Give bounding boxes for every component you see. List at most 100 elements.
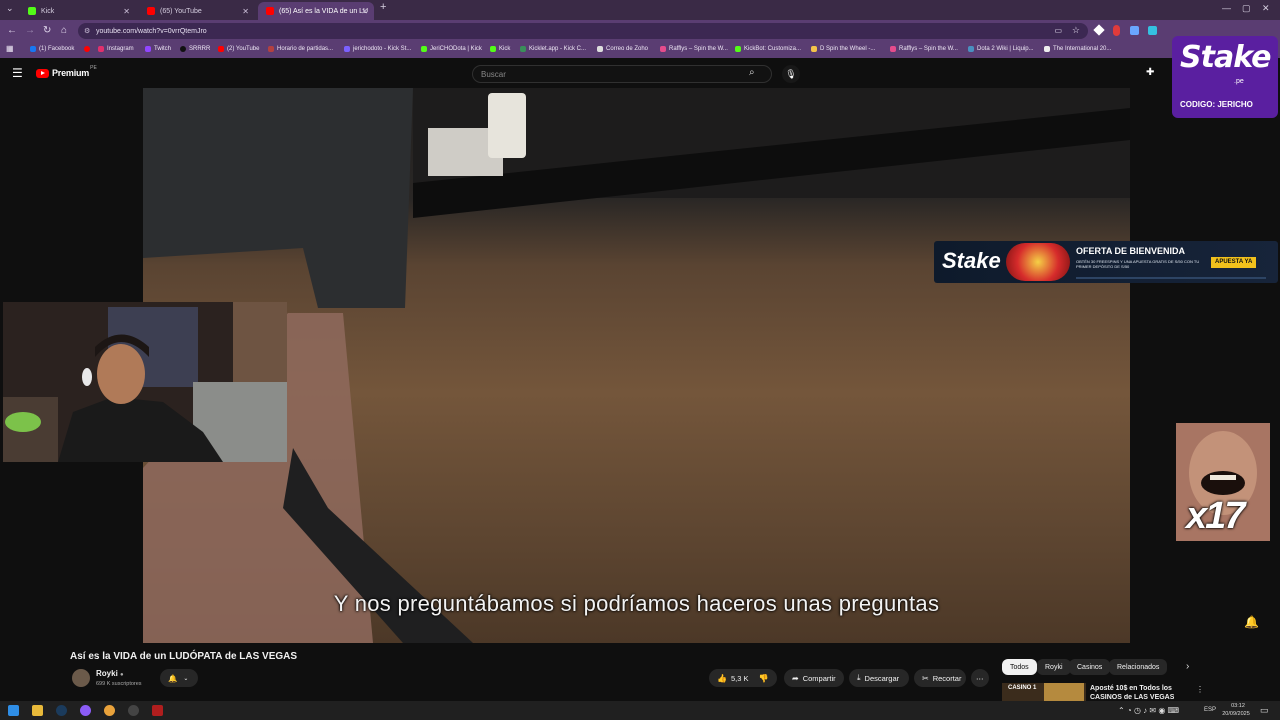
bookmark-zoho[interactable]: Correo de Zoho: [597, 46, 648, 52]
chrome-icon[interactable]: [104, 705, 115, 716]
bookmark-icon: [660, 46, 666, 52]
search-icon[interactable]: ⌕: [749, 67, 755, 78]
video-frame: [143, 88, 1130, 643]
bookmark-kicklet[interactable]: Kicklet.app - Kick C...: [520, 46, 586, 52]
windows-start-icon[interactable]: [8, 705, 19, 716]
bookmark-facebook[interactable]: (1) Facebook: [30, 46, 74, 52]
minimize-button[interactable]: —: [1222, 3, 1231, 13]
dislike-button[interactable]: 👎: [758, 674, 768, 683]
youtube-logo[interactable]: Premium PE: [36, 65, 97, 78]
apps-grid-icon[interactable]: ▦: [6, 44, 14, 53]
clock-date[interactable]: 20/09/2025: [1218, 711, 1254, 717]
tab-search-icon[interactable]: ⌄: [6, 3, 14, 14]
bookmark-kick-channel[interactable]: JeriCHODota | Kick: [421, 46, 482, 52]
tab-label: (65) YouTube: [160, 7, 202, 15]
microphone-icon[interactable]: 🎙: [782, 65, 800, 83]
bookmark-icon: [520, 46, 526, 52]
search-input[interactable]: Buscar: [472, 65, 772, 83]
site-info-icon[interactable]: ⚙: [84, 27, 90, 35]
subscription-bell-button[interactable]: 🔔 ⌄: [160, 669, 198, 687]
chip-relacionados[interactable]: Relacionados: [1109, 659, 1168, 675]
bookmark-twitch[interactable]: Twitch: [145, 46, 171, 52]
close-icon[interactable]: ✕: [361, 7, 368, 16]
bookmark-dota-wiki[interactable]: Dota 2 Wiki | Liquip...: [968, 46, 1034, 52]
notifications-icon[interactable]: ▭: [1260, 705, 1269, 716]
share-button[interactable]: ➦ Compartir: [784, 669, 844, 687]
bookmark-youtube-music[interactable]: [84, 46, 93, 52]
forward-icon[interactable]: →: [25, 25, 35, 37]
banner-cta-button[interactable]: APUESTA YA: [1211, 257, 1257, 268]
close-icon[interactable]: ✕: [242, 7, 249, 16]
like-button[interactable]: 👍 5,3 K: [717, 674, 748, 683]
new-tab-button[interactable]: +: [380, 1, 386, 13]
bookmark-star-icon[interactable]: ☆: [1072, 25, 1080, 36]
extension-icon[interactable]: [1130, 26, 1139, 35]
related-video-title[interactable]: Aposté 10$ en Todos los: [1090, 685, 1172, 692]
bookmark-rafflys[interactable]: Rafflys – Spin the W...: [660, 46, 728, 52]
facebook-icon: [30, 46, 36, 52]
tab-kick[interactable]: Kick ✕: [20, 2, 136, 20]
related-video-thumbnail[interactable]: CASINO 1: [1002, 683, 1086, 701]
bookmark-horario[interactable]: Horario de partidas...: [268, 46, 333, 52]
language-indicator[interactable]: ESP: [1204, 707, 1216, 713]
chip-casinos[interactable]: Casinos: [1069, 659, 1111, 675]
related-more-icon[interactable]: ⋮: [1196, 685, 1204, 694]
chevron-right-icon[interactable]: ›: [1186, 661, 1189, 672]
clip-button[interactable]: ✂ Recortar: [914, 669, 966, 687]
bookmark-youtube[interactable]: (2) YouTube: [218, 46, 259, 52]
bookmark-spin-wheel[interactable]: D Spin the Wheel -...: [811, 46, 875, 52]
bookmark-kickbot[interactable]: KickBot: Customiza...: [735, 46, 801, 52]
chip-todos[interactable]: Todos: [1002, 659, 1037, 675]
extension-icon[interactable]: [1148, 26, 1157, 35]
bookmark-kick[interactable]: Kick: [490, 46, 510, 52]
file-explorer-icon[interactable]: [32, 705, 43, 716]
home-icon[interactable]: ⌂: [61, 25, 67, 37]
app-icon[interactable]: [152, 705, 163, 716]
banner-progress: [1076, 277, 1266, 279]
download-button[interactable]: ⤓ Descargar: [849, 669, 909, 687]
tab-label: (65) Así es la VIDA de un LU: [279, 7, 369, 15]
bookmark-srrrr[interactable]: SRRRR: [180, 46, 210, 52]
bookmark-instagram[interactable]: Instagram: [98, 46, 134, 52]
clock-time[interactable]: 03:12: [1224, 703, 1252, 709]
browser-icon[interactable]: [80, 705, 91, 716]
video-player[interactable]: Y nos preguntábamos si podríamos haceros…: [143, 88, 1130, 643]
reaction-meme-overlay: x17: [1176, 423, 1270, 541]
close-icon[interactable]: ✕: [123, 7, 130, 16]
maximize-button[interactable]: ▢: [1242, 3, 1251, 14]
like-count: 5,3 K: [730, 673, 749, 683]
address-bar[interactable]: ⚙ youtube.com/watch?v=0vrrQtemJro ▭ ☆: [78, 23, 1088, 39]
youtube-icon: [266, 7, 274, 15]
related-video-title-line2[interactable]: CASINOS de LAS VEGAS: [1090, 694, 1174, 701]
obs-icon[interactable]: [128, 705, 139, 716]
system-tray-icons[interactable]: ⌃ ◔ ◷ ♪ ✉ ◉ ⌨: [1118, 706, 1179, 715]
tab-current-video[interactable]: (65) Así es la VIDA de un LU ✕: [258, 2, 374, 20]
chevron-down-icon: ⌄: [183, 675, 189, 682]
stake-logo-text: Stake: [1180, 40, 1271, 75]
video-subtitle: Y nos preguntábamos si podríamos haceros…: [333, 591, 940, 616]
bookmark-the-international[interactable]: The International 20...: [1044, 46, 1111, 52]
windows-taskbar: ⌃ ◔ ◷ ♪ ✉ ◉ ⌨ ESP 03:12 20/09/2025 ▭: [0, 701, 1280, 720]
extension-icon[interactable]: [1093, 24, 1105, 36]
back-icon[interactable]: ←: [7, 25, 17, 37]
banner-body: OBTÉN 30 FREESPINS Y UNA APUESTA GRATIS …: [1076, 259, 1200, 269]
create-icon[interactable]: ✚: [1146, 67, 1154, 78]
bookmark-rafflys-2[interactable]: Rafflys – Spin the W...: [890, 46, 958, 52]
extension-icon[interactable]: [1113, 25, 1120, 36]
instagram-icon: [98, 46, 104, 52]
bookmark-kick-studio[interactable]: jerichodoto - Kick St...: [344, 46, 411, 52]
banner-headline: OFERTA DE BIENVENIDA: [1076, 246, 1186, 256]
steam-icon[interactable]: [56, 705, 67, 716]
menu-icon[interactable]: ☰: [12, 66, 23, 80]
more-actions-button[interactable]: ⋯: [971, 669, 989, 687]
stake-promo-banner[interactable]: Stake OFERTA DE BIENVENIDA OBTÉN 30 FREE…: [934, 241, 1278, 283]
tab-youtube[interactable]: (65) YouTube ✕: [139, 2, 255, 20]
channel-name[interactable]: Royki ●: [96, 669, 124, 678]
close-window-button[interactable]: ✕: [1262, 3, 1270, 14]
channel-avatar[interactable]: [72, 669, 90, 687]
chip-royki[interactable]: Royki: [1037, 659, 1071, 675]
cast-icon[interactable]: ▭: [1054, 26, 1062, 35]
video-figure-pants: [143, 88, 413, 308]
bookmark-icon: [890, 46, 896, 52]
reload-icon[interactable]: ↻: [43, 25, 51, 37]
